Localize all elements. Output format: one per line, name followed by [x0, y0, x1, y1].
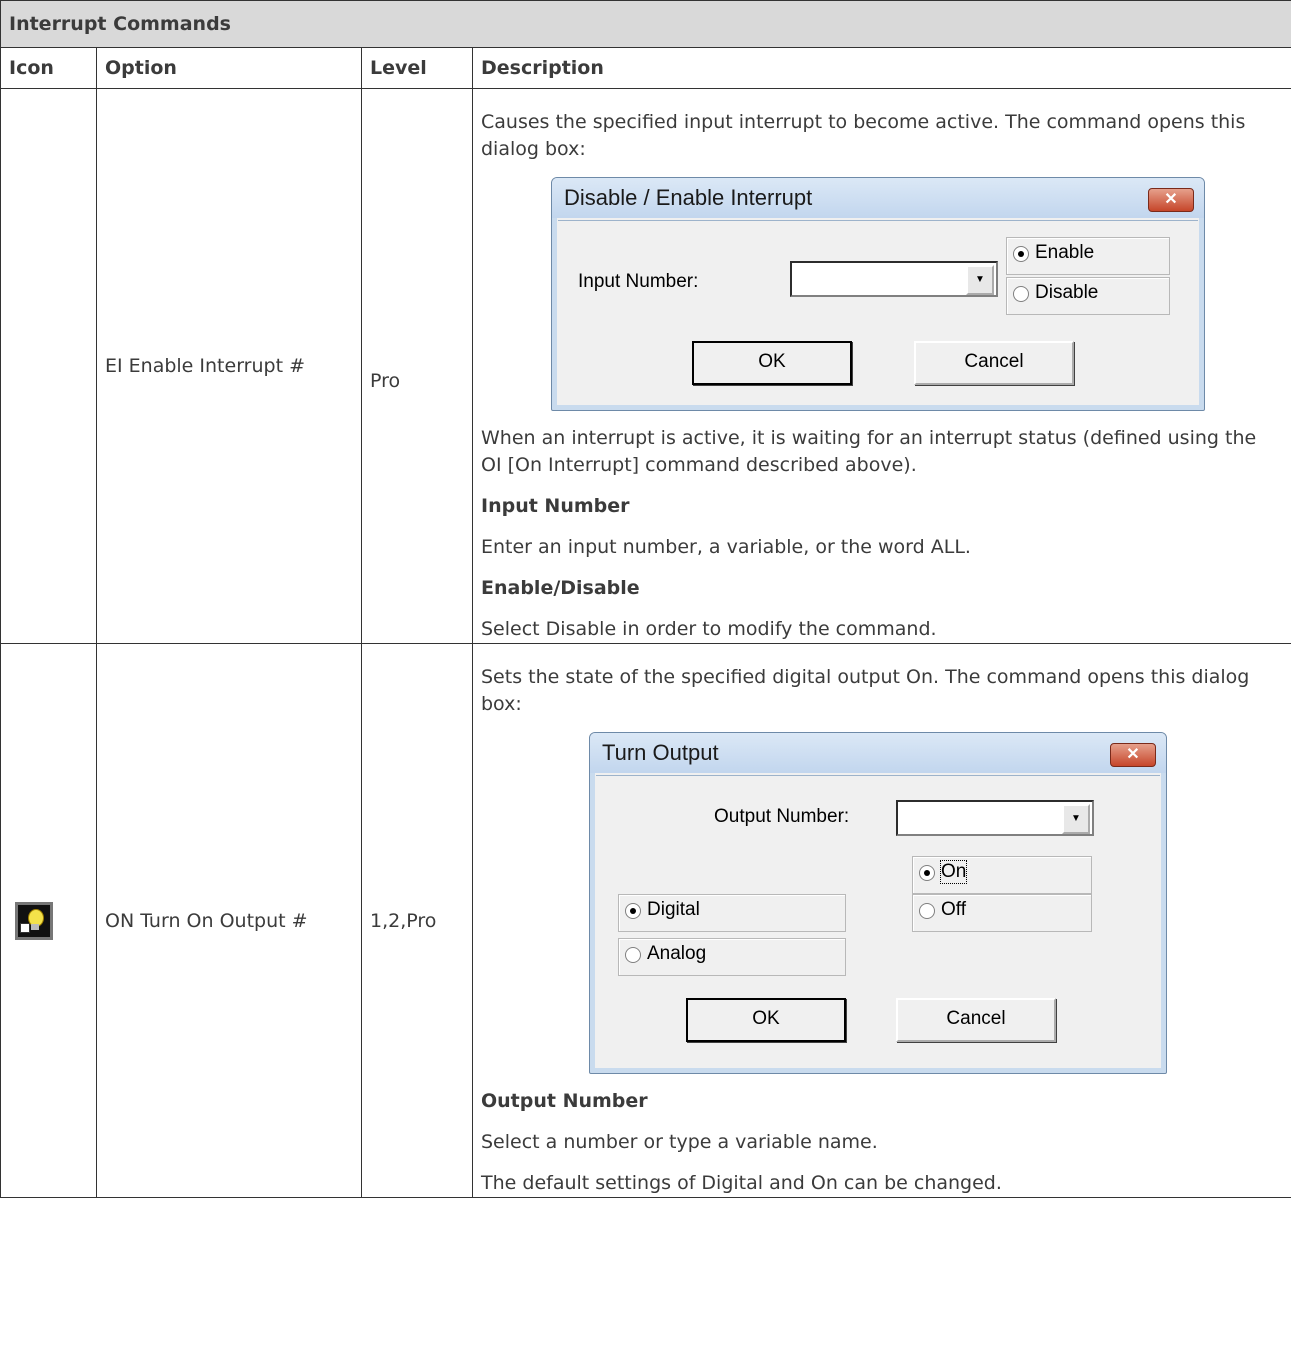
after-text: When an interrupt is active, it is waiti… — [481, 427, 1257, 476]
radio-unselected-icon — [919, 903, 935, 919]
intro-text: Sets the state of the specified digital … — [481, 666, 1250, 715]
input-number-heading: Input Number — [481, 495, 630, 517]
output-number-combo[interactable]: ▼ — [896, 800, 1094, 836]
dialog-body: Output Number: ▼ On Off Digital Analog O… — [596, 775, 1160, 1067]
analog-radio[interactable]: Analog — [618, 938, 846, 976]
radio-unselected-icon — [625, 947, 641, 963]
interrupt-dialog: Disable / Enable Interrupt ✕ Input Numbe… — [551, 177, 1205, 411]
table-row: EI Enable Interrupt # Pro Causes the spe… — [0, 88, 1291, 644]
header-level: Level — [361, 47, 473, 89]
on-radio[interactable]: On — [912, 856, 1092, 894]
off-label: Off — [941, 899, 966, 920]
radio-unselected-icon — [1013, 286, 1029, 302]
enable-label: Enable — [1035, 242, 1095, 263]
enable-disable-heading: Enable/Disable — [481, 577, 640, 599]
output-number-heading: Output Number — [481, 1090, 648, 1112]
cancel-button[interactable]: Cancel — [914, 341, 1074, 385]
table-row: ON Turn On Output # 1,2,Pro Sets the sta… — [0, 643, 1291, 1198]
disable-radio[interactable]: Disable — [1006, 277, 1170, 315]
description-cell: Sets the state of the specified digital … — [471, 643, 1291, 1198]
input-number-text: Enter an input number, a variable, or th… — [481, 536, 971, 558]
cancel-button[interactable]: Cancel — [896, 998, 1056, 1042]
digital-label: Digital — [647, 899, 700, 920]
dialog-body: Input Number: ▼ Enable Disable OK Cancel — [558, 220, 1198, 404]
off-radio[interactable]: Off — [912, 894, 1092, 932]
on-label: On — [939, 860, 968, 884]
option-cell: EI Enable Interrupt # — [96, 88, 362, 644]
chevron-down-icon[interactable]: ▼ — [966, 265, 994, 295]
option-cell: ON Turn On Output # — [96, 643, 362, 1198]
header-row: Icon Option Level Description — [0, 47, 1291, 89]
header-option: Option — [96, 47, 362, 89]
enable-radio[interactable]: Enable — [1006, 237, 1170, 275]
dialog-title: Turn Output — [590, 733, 1166, 773]
dialog-title: Disable / Enable Interrupt — [552, 178, 1204, 218]
commands-table: Interrupt Commands Icon Option Level Des… — [0, 0, 1291, 1198]
ok-button[interactable]: OK — [692, 341, 852, 385]
description-cell: Causes the specified input interrupt to … — [471, 88, 1291, 644]
digital-radio[interactable]: Digital — [618, 894, 846, 932]
lightbulb-icon — [15, 901, 53, 940]
icon-cell — [0, 88, 97, 644]
header-icon: Icon — [0, 47, 97, 89]
radio-selected-icon — [919, 865, 935, 881]
header-description: Description — [471, 47, 1291, 89]
section-title: Interrupt Commands — [0, 0, 1291, 48]
intro-text: Causes the specified input interrupt to … — [481, 111, 1246, 160]
disable-label: Disable — [1035, 282, 1099, 303]
turn-output-dialog: Turn Output ✕ Output Number: ▼ On Off Di… — [589, 732, 1167, 1074]
input-number-label: Input Number: — [578, 271, 699, 292]
level-cell: 1,2,Pro — [361, 643, 473, 1198]
chevron-down-icon[interactable]: ▼ — [1062, 804, 1090, 834]
ok-button[interactable]: OK — [686, 998, 846, 1042]
enable-disable-text: Select Disable in order to modify the co… — [481, 618, 937, 640]
close-button[interactable]: ✕ — [1110, 743, 1156, 767]
icon-cell — [0, 643, 97, 1198]
output-number-label: Output Number: — [714, 806, 850, 827]
input-number-combo[interactable]: ▼ — [790, 261, 998, 297]
analog-label: Analog — [647, 943, 707, 964]
radio-selected-icon — [1013, 246, 1029, 262]
level-cell: Pro — [361, 88, 473, 644]
defaults-text: The default settings of Digital and On c… — [481, 1172, 1002, 1194]
radio-selected-icon — [625, 903, 641, 919]
output-number-text: Select a number or type a variable name. — [481, 1131, 878, 1153]
close-button[interactable]: ✕ — [1148, 188, 1194, 212]
